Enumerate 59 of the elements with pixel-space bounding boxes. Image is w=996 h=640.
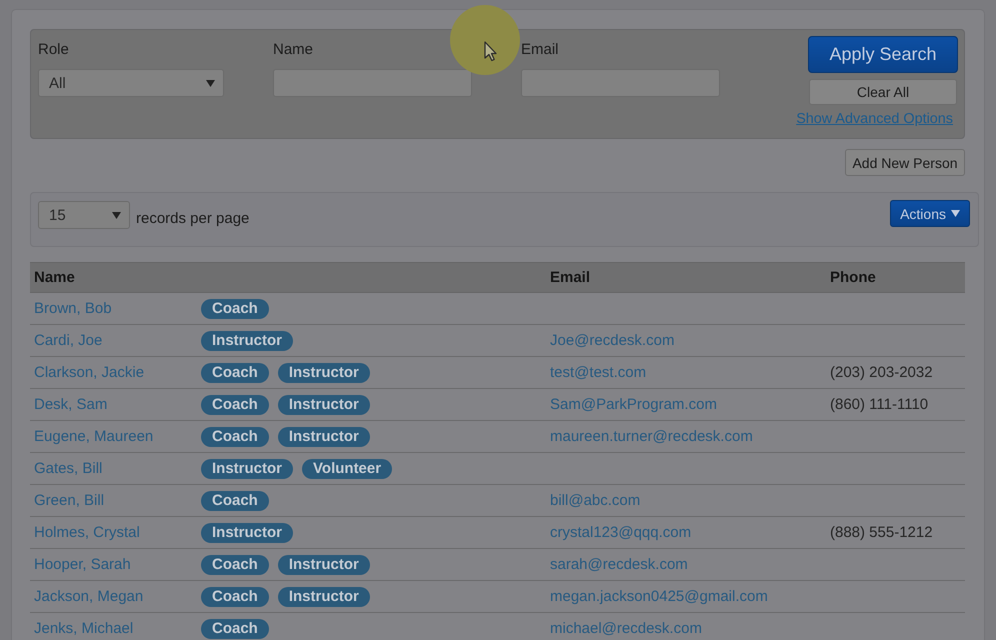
person-name-link[interactable]: Desk, Sam bbox=[34, 396, 108, 413]
email-link[interactable]: Sam@ParkProgram.com bbox=[550, 396, 717, 413]
person-name-link[interactable]: Clarkson, Jackie bbox=[34, 364, 144, 381]
caret-icon bbox=[951, 210, 960, 217]
page-size-label: records per page bbox=[136, 210, 250, 228]
field-label: Role bbox=[38, 41, 69, 59]
email-link[interactable]: crystal123@qqq.com bbox=[550, 524, 692, 541]
role-badge: Coach bbox=[201, 586, 269, 606]
email-link[interactable]: sarah@recdesk.com bbox=[550, 556, 688, 573]
role-badge: Instructor bbox=[278, 586, 370, 606]
role-badge: Instructor bbox=[201, 458, 294, 478]
person-name-link[interactable]: Gates, Bill bbox=[34, 460, 102, 477]
column-header: Name bbox=[34, 269, 75, 286]
role-badge: Coach bbox=[201, 298, 269, 318]
person-name-link[interactable]: Hooper, Sarah bbox=[34, 556, 131, 573]
phone-text: (203) 203-2032 bbox=[830, 364, 933, 381]
role-badge: Instructor bbox=[278, 362, 370, 382]
input-field[interactable] bbox=[273, 69, 472, 97]
actions-button[interactable]: Actions bbox=[890, 200, 970, 227]
mouse-pointer-icon bbox=[484, 41, 497, 62]
role-badge: Coach bbox=[201, 426, 269, 446]
role-badge: Coach bbox=[201, 394, 269, 414]
select-field[interactable]: All bbox=[38, 69, 224, 97]
role-badge: Coach bbox=[201, 490, 269, 510]
person-name-link[interactable]: Brown, Bob bbox=[34, 300, 112, 317]
email-link[interactable]: bill@abc.com bbox=[550, 492, 640, 509]
apply-search-button[interactable]: Apply Search bbox=[808, 36, 958, 73]
phone-text: (860) 111-1110 bbox=[830, 396, 928, 413]
role-badge: Instructor bbox=[278, 426, 370, 446]
add-person-button[interactable]: Add New Person bbox=[845, 149, 965, 176]
phone-text: (888) 555-1212 bbox=[830, 524, 933, 541]
role-badge: Instructor bbox=[201, 522, 294, 542]
field-label: Name bbox=[273, 41, 314, 59]
caret-icon bbox=[112, 212, 121, 218]
email-link[interactable]: maureen.turner@recdesk.com bbox=[550, 428, 753, 445]
person-name-link[interactable]: Holmes, Crystal bbox=[34, 524, 140, 541]
role-badge: Coach bbox=[201, 618, 269, 638]
column-header: Email bbox=[550, 269, 590, 286]
column-header: Phone bbox=[830, 269, 876, 286]
email-link[interactable]: test@test.com bbox=[550, 364, 646, 381]
field-label: Email bbox=[521, 41, 559, 59]
email-link[interactable]: Joe@recdesk.com bbox=[550, 332, 674, 349]
person-name-link[interactable]: Cardi, Joe bbox=[34, 332, 102, 349]
role-badge: Instructor bbox=[201, 330, 294, 350]
email-link[interactable]: megan.jackson0425@gmail.com bbox=[550, 588, 768, 605]
person-name-link[interactable]: Eugene, Maureen bbox=[34, 428, 154, 445]
page-size-select[interactable]: 15 bbox=[38, 201, 130, 229]
person-name-link[interactable]: Green, Bill bbox=[34, 492, 104, 509]
role-badge: Instructor bbox=[278, 554, 370, 574]
role-badge: Coach bbox=[201, 362, 269, 382]
clear-all-button[interactable]: Clear All bbox=[809, 79, 957, 105]
advanced-options-link[interactable]: Show Advanced Options bbox=[796, 110, 953, 128]
person-name-link[interactable]: Jackson, Megan bbox=[34, 588, 144, 605]
caret-icon bbox=[206, 80, 215, 86]
role-badge: Volunteer bbox=[302, 458, 392, 478]
role-badge: Instructor bbox=[278, 394, 370, 414]
email-link[interactable]: michael@recdesk.com bbox=[550, 620, 702, 637]
role-badge: Coach bbox=[201, 554, 269, 574]
person-name-link[interactable]: Jenks, Michael bbox=[34, 620, 134, 637]
